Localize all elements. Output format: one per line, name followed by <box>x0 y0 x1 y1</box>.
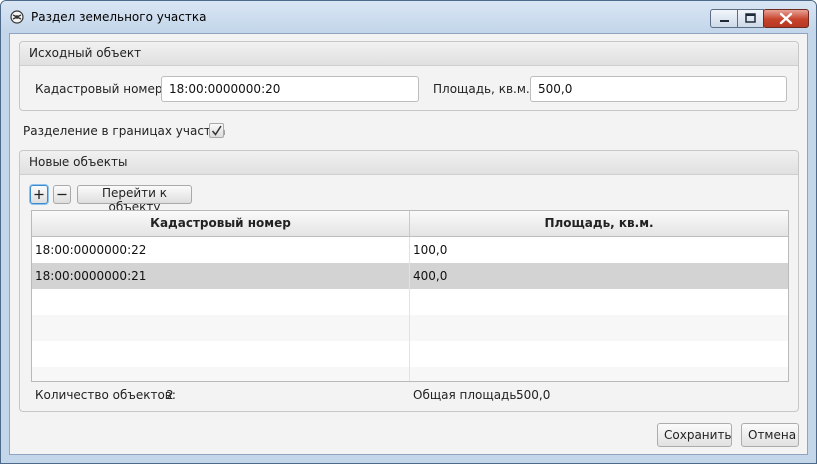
empty-row <box>32 315 788 341</box>
cadastral-number-label: Кадастровый номер <box>35 82 163 96</box>
object-count-label: Количество объектов: <box>35 388 176 402</box>
source-object-panel: Исходный объект Кадастровый номер Площад… <box>19 41 799 111</box>
area-field[interactable] <box>530 76 787 102</box>
dialog-content: Исходный объект Кадастровый номер Площад… <box>9 33 808 455</box>
cell-cadastral[interactable]: 18:00:0000000:21 <box>32 263 410 289</box>
cell-area[interactable]: 400,0 <box>410 263 788 289</box>
new-objects-title: Новые объекты <box>20 151 798 175</box>
cell-area[interactable]: 100,0 <box>410 237 788 263</box>
source-object-title: Исходный объект <box>20 42 798 66</box>
split-within-bounds-checkbox[interactable] <box>209 123 224 138</box>
cell-cadastral[interactable]: 18:00:0000000:22 <box>32 237 410 263</box>
table-header: Кадастровый номер Площадь, кв.м. <box>32 211 788 237</box>
plus-icon <box>34 190 44 199</box>
maximize-button[interactable] <box>737 9 764 28</box>
go-to-object-button[interactable]: Перейти к объекту <box>77 185 192 214</box>
title-bar[interactable]: Раздел земельного участка <box>1 1 816 33</box>
minimize-icon <box>720 20 729 22</box>
total-area-label: Общая площадь: <box>413 388 521 402</box>
area-label: Площадь, кв.м. <box>433 82 530 96</box>
table-row-selected[interactable]: 18:00:0000000:21 400,0 <box>32 263 788 289</box>
remove-object-button[interactable] <box>53 185 71 204</box>
column-header-area[interactable]: Площадь, кв.м. <box>410 211 788 236</box>
table-row[interactable]: 18:00:0000000:22 100,0 <box>32 237 788 263</box>
empty-row <box>32 367 788 381</box>
cancel-button[interactable]: Отмена <box>741 423 799 447</box>
close-button[interactable] <box>763 9 809 28</box>
cadastral-number-field[interactable] <box>161 76 419 102</box>
close-icon <box>779 12 793 25</box>
window-title: Раздел земельного участка <box>31 10 207 24</box>
maximize-icon <box>745 13 756 23</box>
total-area-value: 500,0 <box>516 388 551 402</box>
column-header-cadastral[interactable]: Кадастровый номер <box>32 211 410 236</box>
save-button[interactable]: Сохранить <box>657 423 732 447</box>
add-object-button[interactable] <box>30 185 48 204</box>
object-count-value: 2 <box>166 388 174 402</box>
dialog-window: Раздел земельного участка Исходный объек… <box>0 0 817 464</box>
app-icon <box>10 10 24 24</box>
new-objects-table: Кадастровый номер Площадь, кв.м. 18:00:0… <box>31 210 789 382</box>
minus-icon <box>57 193 67 196</box>
new-objects-panel: Новые объекты Перейти к объекту Кадастро… <box>19 150 799 412</box>
checkmark-icon <box>211 125 222 136</box>
empty-row <box>32 289 788 315</box>
split-within-bounds-label: Разделение в границах участка <box>23 124 226 138</box>
empty-row <box>32 341 788 367</box>
minimize-button[interactable] <box>710 9 738 28</box>
